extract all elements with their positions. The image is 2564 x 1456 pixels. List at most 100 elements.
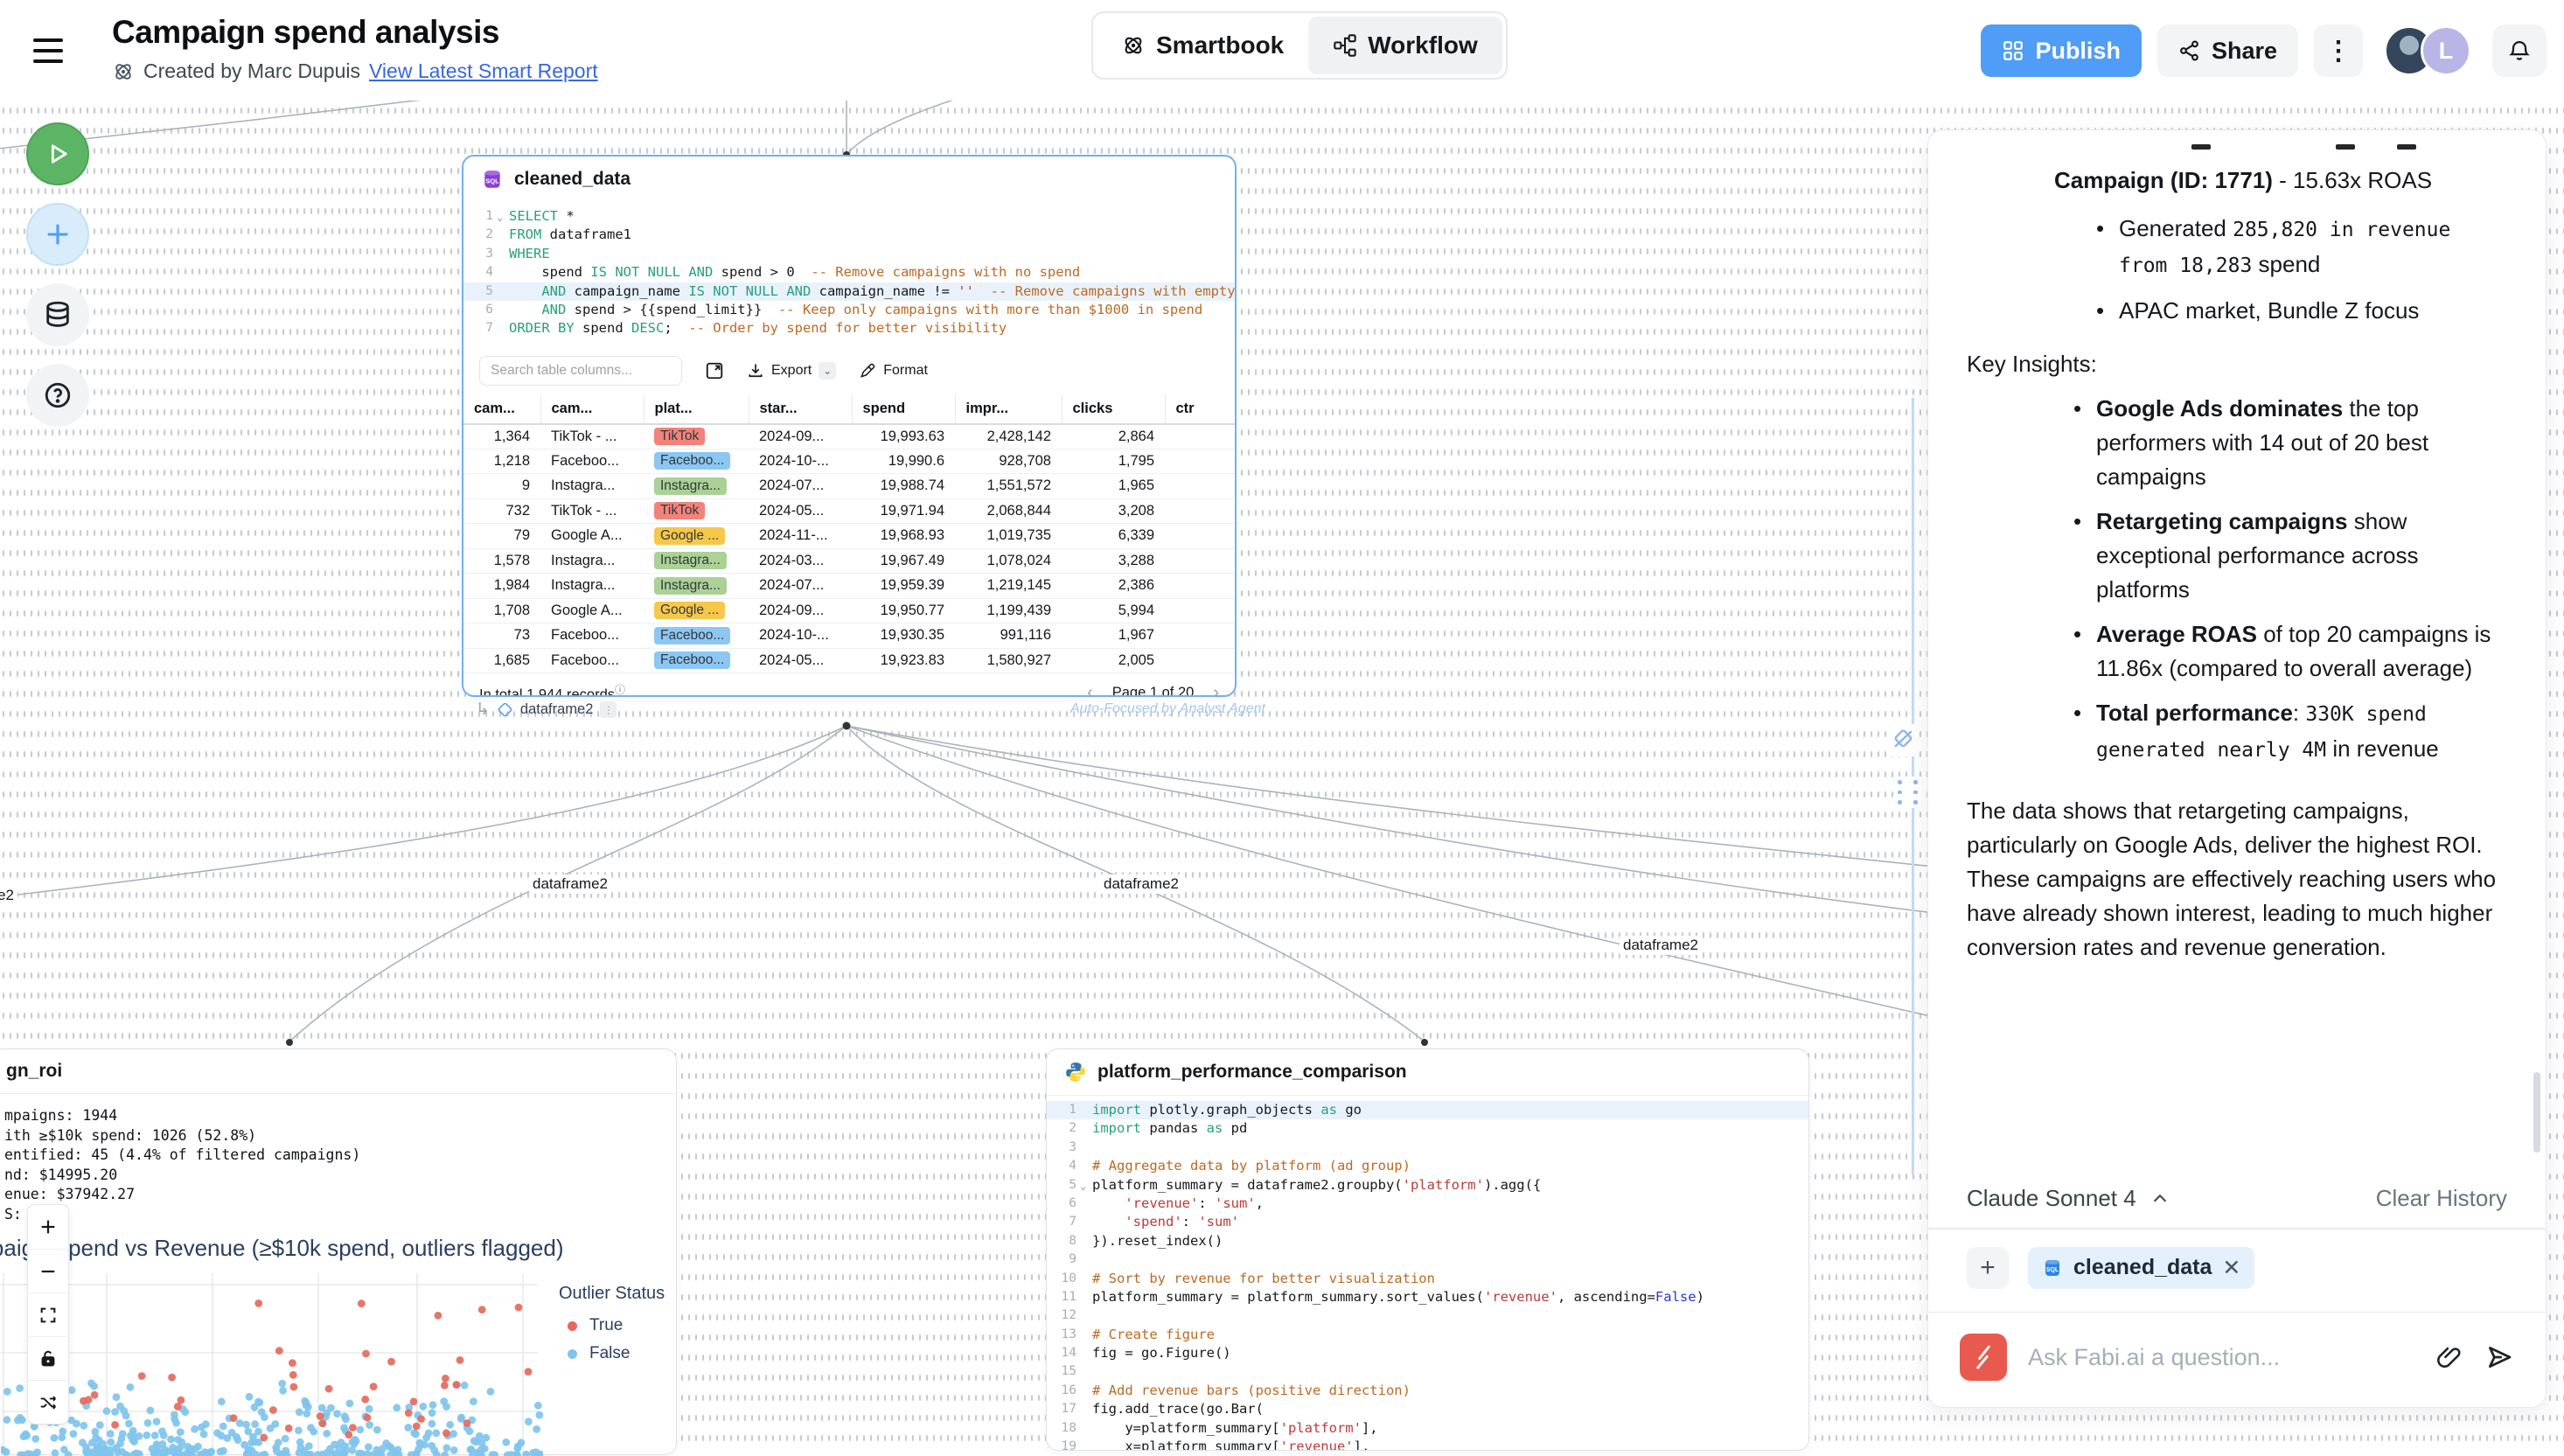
record-count: In total 1,944 recordsⓘ bbox=[479, 682, 625, 697]
zoom-out-icon[interactable] bbox=[28, 1249, 68, 1292]
table-row[interactable]: 1,984Instagra...Instagra...2024-07...19,… bbox=[463, 574, 1237, 599]
roi-output-stats: mpaigns: 1944ith ≥$10k spend: 1026 (52.8… bbox=[0, 1094, 676, 1224]
node-campaign-roi[interactable]: gn_roi mpaigns: 1944ith ≥$10k spend: 102… bbox=[0, 1048, 677, 1455]
plot-toolbar bbox=[27, 1204, 69, 1425]
search-input[interactable] bbox=[479, 356, 682, 386]
code-line: 17fig.add_trace(go.Bar( bbox=[1047, 1400, 1808, 1418]
platform-badge: TikTok bbox=[654, 502, 705, 519]
table-row[interactable]: 1,364TikTok - ...TikTok2024-09...19,993.… bbox=[463, 424, 1237, 449]
scrollbar[interactable] bbox=[2533, 1072, 2540, 1153]
legend-entry[interactable]: True bbox=[568, 1316, 665, 1335]
model-selector[interactable]: Claude Sonnet 4 bbox=[1967, 1185, 2170, 1212]
code-line: 6 'revenue': 'sum', bbox=[1047, 1195, 1808, 1213]
edge-label: dataframe2 bbox=[1100, 874, 1182, 894]
list-item: Generated 285,820 in revenue from 18,283… bbox=[2119, 212, 2509, 283]
code-line: 6 AND spend > {{spend_limit}} -- Keep on… bbox=[463, 301, 1235, 319]
stat-line: ith ≥$10k spend: 1026 (52.8%) bbox=[4, 1126, 676, 1146]
attachment-paperclip-icon[interactable] bbox=[2435, 1343, 2463, 1371]
code-line: 9 bbox=[1047, 1250, 1808, 1269]
code-line: 3 bbox=[1047, 1139, 1808, 1157]
table-row[interactable]: 73Faceboo...Faceboo...2024-10-...19,930.… bbox=[463, 624, 1237, 649]
clear-history-button[interactable]: Clear History bbox=[2376, 1185, 2507, 1212]
download-icon bbox=[747, 362, 764, 380]
svg-text:SQL: SQL bbox=[2046, 1267, 2059, 1273]
insights-list: Google Ads dominates the top performers … bbox=[2096, 392, 2509, 768]
more-options-icon[interactable]: ⋮ bbox=[2314, 24, 2363, 77]
add-node-button[interactable] bbox=[26, 203, 89, 266]
platform-badge: Faceboo... bbox=[654, 627, 730, 644]
avatar[interactable]: L bbox=[2421, 25, 2471, 76]
avatar-group: L bbox=[2384, 25, 2471, 76]
platform-badge: Instagra... bbox=[654, 477, 727, 495]
notifications-bell-icon[interactable] bbox=[2492, 24, 2547, 77]
prev-page-icon[interactable]: ‹ bbox=[1087, 683, 1093, 697]
platform-badge: Instagra... bbox=[654, 577, 727, 595]
table-header[interactable]: cam...cam...plat...star...spendimpr...cl… bbox=[463, 394, 1237, 424]
column-header[interactable]: cam... bbox=[540, 394, 644, 424]
lock-icon[interactable] bbox=[28, 1336, 68, 1380]
zoom-in-icon[interactable] bbox=[28, 1205, 68, 1249]
dataframe-output-chip[interactable]: dataframe2 bbox=[520, 701, 593, 718]
smart-report-link[interactable]: View Latest Smart Report bbox=[369, 59, 598, 83]
python-editor[interactable]: 1import plotly.graph_objects as go2impor… bbox=[1047, 1096, 1808, 1451]
sql-editor[interactable]: 1⌄SELECT *2FROM dataframe13WHERE4 spend … bbox=[463, 202, 1235, 345]
fullscreen-icon[interactable] bbox=[28, 1292, 68, 1336]
column-header[interactable]: plat... bbox=[644, 394, 749, 424]
chart-legend[interactable]: Outlier Status TrueFalse bbox=[559, 1284, 665, 1363]
node-title: platform_performance_comparison bbox=[1097, 1062, 1407, 1083]
table-row[interactable]: 9Instagra...Instagra...2024-07...19,988.… bbox=[463, 474, 1237, 499]
export-options-chevron[interactable]: ⌄ bbox=[819, 362, 836, 380]
page-indicator: Page 1 of 20 bbox=[1112, 685, 1195, 697]
code-line: 15 bbox=[1047, 1362, 1808, 1381]
hamburger-menu-icon[interactable] bbox=[33, 31, 75, 68]
bullet-list: Generated 285,820 in revenue from 18,283… bbox=[2119, 212, 2509, 328]
code-line: 14fig = go.Figure() bbox=[1047, 1344, 1808, 1362]
table-row[interactable]: 79Google A...Google ...2024-11-...19,968… bbox=[463, 524, 1237, 549]
chip-menu-icon[interactable]: ⋮ bbox=[600, 701, 617, 718]
column-header[interactable]: impr... bbox=[955, 394, 1062, 424]
code-line: 1import plotly.graph_objects as go bbox=[1047, 1101, 1808, 1119]
share-button[interactable]: Share bbox=[2157, 24, 2298, 77]
column-header[interactable]: star... bbox=[749, 394, 852, 424]
stat-line: nd: $14995.20 bbox=[4, 1166, 676, 1186]
play-icon bbox=[43, 139, 73, 169]
expand-table-icon[interactable] bbox=[705, 361, 724, 380]
scatter-plot[interactable] bbox=[1, 1273, 543, 1456]
drag-handle-icon[interactable] bbox=[1894, 777, 1924, 808]
info-icon: ⓘ bbox=[615, 684, 625, 696]
legend-entry[interactable]: False bbox=[568, 1344, 665, 1363]
table-row[interactable]: 1,578Instagra...Instagra...2024-03...19,… bbox=[463, 548, 1237, 574]
code-line: 12 bbox=[1047, 1306, 1808, 1325]
tab-smartbook[interactable]: Smartbook bbox=[1097, 17, 1308, 74]
export-button[interactable]: Export ⌄ bbox=[747, 362, 836, 380]
tab-workflow[interactable]: Workflow bbox=[1308, 17, 1501, 74]
next-page-icon[interactable]: › bbox=[1213, 683, 1219, 697]
run-workflow-button[interactable] bbox=[26, 122, 89, 185]
table-row[interactable]: 732TikTok - ...TikTok2024-05...19,971.94… bbox=[463, 498, 1237, 524]
table-row[interactable]: 1,708Google A...Google ...2024-09...19,9… bbox=[463, 598, 1237, 624]
node-cleaned-data[interactable]: SQL cleaned_data 1⌄SELECT *2FROM datafra… bbox=[462, 155, 1237, 697]
column-header[interactable]: clicks bbox=[1062, 394, 1165, 424]
data-sources-button[interactable] bbox=[26, 283, 89, 346]
help-button[interactable] bbox=[26, 364, 89, 427]
edge-label: dataframe2 bbox=[529, 874, 611, 894]
edge-label: dataframe2 bbox=[1620, 936, 1702, 955]
publish-button[interactable]: Publish bbox=[1981, 24, 2142, 77]
close-icon[interactable]: ✕ bbox=[2222, 1255, 2240, 1281]
dataframe-diamond-icon bbox=[497, 701, 513, 718]
table-row[interactable]: 1,685Faceboo...Faceboo...2024-05...19,92… bbox=[463, 648, 1237, 673]
format-button[interactable]: Format bbox=[859, 362, 928, 380]
column-header[interactable]: cam... bbox=[463, 394, 540, 424]
output-arrow-icon: ↳ bbox=[476, 700, 490, 720]
node-platform-performance-comparison[interactable]: platform_performance_comparison 1import … bbox=[1046, 1048, 1809, 1451]
context-chip[interactable]: SQL cleaned_data ✕ bbox=[2028, 1247, 2254, 1289]
column-header[interactable]: spend bbox=[852, 394, 955, 424]
chat-input[interactable] bbox=[2028, 1344, 2414, 1371]
table-row[interactable]: 1,218Faceboo...Faceboo...2024-10-...19,9… bbox=[463, 449, 1237, 474]
send-icon[interactable] bbox=[2484, 1342, 2514, 1372]
code-line: 7ORDER BY spend DESC; -- Order by spend … bbox=[463, 319, 1235, 338]
column-header[interactable]: ctr bbox=[1165, 394, 1237, 424]
add-context-button[interactable]: + bbox=[1967, 1247, 2009, 1289]
unpin-icon[interactable] bbox=[1889, 724, 1919, 756]
shuffle-icon[interactable] bbox=[28, 1380, 68, 1424]
